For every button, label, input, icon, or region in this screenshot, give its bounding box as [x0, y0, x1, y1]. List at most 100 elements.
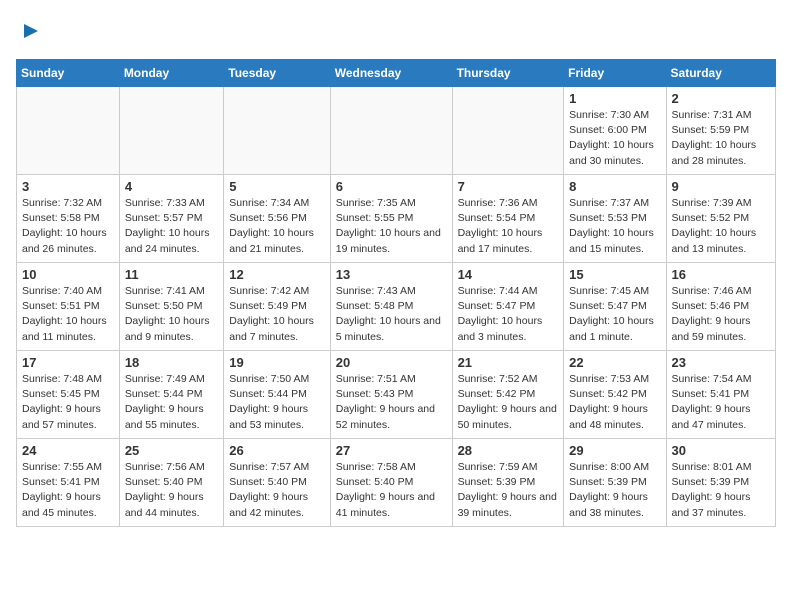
day-number: 15 [569, 267, 660, 282]
calendar-cell: 23Sunrise: 7:54 AM Sunset: 5:41 PM Dayli… [666, 351, 775, 439]
day-number: 9 [672, 179, 770, 194]
day-info: Sunrise: 7:59 AM Sunset: 5:39 PM Dayligh… [458, 460, 559, 521]
day-info: Sunrise: 7:36 AM Sunset: 5:54 PM Dayligh… [458, 196, 559, 257]
day-number: 16 [672, 267, 770, 282]
day-number: 13 [336, 267, 447, 282]
day-info: Sunrise: 7:52 AM Sunset: 5:42 PM Dayligh… [458, 372, 559, 433]
calendar-cell [330, 87, 452, 175]
day-number: 4 [125, 179, 218, 194]
day-info: Sunrise: 7:50 AM Sunset: 5:44 PM Dayligh… [229, 372, 324, 433]
day-number: 2 [672, 91, 770, 106]
calendar-cell: 25Sunrise: 7:56 AM Sunset: 5:40 PM Dayli… [119, 439, 223, 527]
page-header [16, 16, 776, 47]
calendar-week-row: 1 Sunrise: 7:30 AM Sunset: 6:00 PM Daylig… [17, 87, 776, 175]
day-number: 3 [22, 179, 114, 194]
day-number: 26 [229, 443, 324, 458]
calendar-cell: 21 Sunrise: 7:52 AM Sunset: 5:42 PM Dayli… [452, 351, 564, 439]
day-number: 7 [458, 179, 559, 194]
day-info: Sunrise: 7:49 AM Sunset: 5:44 PM Dayligh… [125, 372, 218, 433]
day-number: 12 [229, 267, 324, 282]
day-number: 30 [672, 443, 770, 458]
day-number: 5 [229, 179, 324, 194]
day-number: 17 [22, 355, 114, 370]
calendar-cell: 6Sunrise: 7:35 AM Sunset: 5:55 PM Daylig… [330, 175, 452, 263]
day-number: 14 [458, 267, 559, 282]
calendar-cell: 20 Sunrise: 7:51 AM Sunset: 5:43 PM Dayli… [330, 351, 452, 439]
day-info: Sunrise: 7:44 AM Sunset: 5:47 PM Dayligh… [458, 284, 559, 345]
calendar-week-row: 17 Sunrise: 7:48 AM Sunset: 5:45 PM Dayli… [17, 351, 776, 439]
calendar-cell: 5 Sunrise: 7:34 AM Sunset: 5:56 PM Daylig… [224, 175, 330, 263]
weekday-header: Tuesday [224, 60, 330, 87]
day-info: Sunrise: 7:45 AM Sunset: 5:47 PM Dayligh… [569, 284, 660, 345]
calendar-cell [119, 87, 223, 175]
weekday-header: Wednesday [330, 60, 452, 87]
calendar-cell: 16 Sunrise: 7:46 AM Sunset: 5:46 PM Dayli… [666, 263, 775, 351]
calendar-cell: 22 Sunrise: 7:53 AM Sunset: 5:42 PM Dayli… [564, 351, 666, 439]
day-number: 29 [569, 443, 660, 458]
day-number: 24 [22, 443, 114, 458]
day-info: Sunrise: 7:57 AM Sunset: 5:40 PM Dayligh… [229, 460, 324, 521]
day-info: Sunrise: 7:41 AM Sunset: 5:50 PM Dayligh… [125, 284, 218, 345]
day-number: 11 [125, 267, 218, 282]
day-info: Sunrise: 7:33 AM Sunset: 5:57 PM Dayligh… [125, 196, 218, 257]
day-number: 18 [125, 355, 218, 370]
calendar-cell [224, 87, 330, 175]
calendar-cell: 4 Sunrise: 7:33 AM Sunset: 5:57 PM Daylig… [119, 175, 223, 263]
day-info: Sunrise: 7:31 AM Sunset: 5:59 PM Dayligh… [672, 108, 770, 169]
calendar-cell [452, 87, 564, 175]
calendar-cell: 30Sunrise: 8:01 AM Sunset: 5:39 PM Dayli… [666, 439, 775, 527]
day-info: Sunrise: 7:58 AM Sunset: 5:40 PM Dayligh… [336, 460, 447, 521]
calendar-cell: 28 Sunrise: 7:59 AM Sunset: 5:39 PM Dayli… [452, 439, 564, 527]
day-number: 21 [458, 355, 559, 370]
calendar-cell: 13 Sunrise: 7:43 AM Sunset: 5:48 PM Dayli… [330, 263, 452, 351]
day-info: Sunrise: 7:37 AM Sunset: 5:53 PM Dayligh… [569, 196, 660, 257]
day-number: 20 [336, 355, 447, 370]
calendar-week-row: 10 Sunrise: 7:40 AM Sunset: 5:51 PM Dayli… [17, 263, 776, 351]
calendar-cell: 19 Sunrise: 7:50 AM Sunset: 5:44 PM Dayli… [224, 351, 330, 439]
calendar-cell: 7 Sunrise: 7:36 AM Sunset: 5:54 PM Daylig… [452, 175, 564, 263]
day-info: Sunrise: 7:40 AM Sunset: 5:51 PM Dayligh… [22, 284, 114, 345]
day-info: Sunrise: 7:53 AM Sunset: 5:42 PM Dayligh… [569, 372, 660, 433]
day-number: 22 [569, 355, 660, 370]
calendar-cell: 12 Sunrise: 7:42 AM Sunset: 5:49 PM Dayli… [224, 263, 330, 351]
calendar-cell: 18 Sunrise: 7:49 AM Sunset: 5:44 PM Dayli… [119, 351, 223, 439]
weekday-header: Monday [119, 60, 223, 87]
logo-arrow-icon [20, 20, 42, 42]
day-number: 28 [458, 443, 559, 458]
day-info: Sunrise: 7:43 AM Sunset: 5:48 PM Dayligh… [336, 284, 447, 345]
calendar-cell: 24 Sunrise: 7:55 AM Sunset: 5:41 PM Dayli… [17, 439, 120, 527]
calendar-cell: 14 Sunrise: 7:44 AM Sunset: 5:47 PM Dayli… [452, 263, 564, 351]
day-number: 10 [22, 267, 114, 282]
day-info: Sunrise: 8:00 AM Sunset: 5:39 PM Dayligh… [569, 460, 660, 521]
day-info: Sunrise: 7:30 AM Sunset: 6:00 PM Dayligh… [569, 108, 660, 169]
calendar-cell: 26 Sunrise: 7:57 AM Sunset: 5:40 PM Dayli… [224, 439, 330, 527]
day-info: Sunrise: 7:42 AM Sunset: 5:49 PM Dayligh… [229, 284, 324, 345]
day-info: Sunrise: 7:56 AM Sunset: 5:40 PM Dayligh… [125, 460, 218, 521]
day-info: Sunrise: 7:35 AM Sunset: 5:55 PM Dayligh… [336, 196, 447, 257]
calendar-cell: 9Sunrise: 7:39 AM Sunset: 5:52 PM Daylig… [666, 175, 775, 263]
calendar-cell: 29 Sunrise: 8:00 AM Sunset: 5:39 PM Dayli… [564, 439, 666, 527]
day-info: Sunrise: 7:46 AM Sunset: 5:46 PM Dayligh… [672, 284, 770, 345]
calendar-cell: 15 Sunrise: 7:45 AM Sunset: 5:47 PM Dayli… [564, 263, 666, 351]
calendar-cell: 17 Sunrise: 7:48 AM Sunset: 5:45 PM Dayli… [17, 351, 120, 439]
day-number: 23 [672, 355, 770, 370]
day-number: 27 [336, 443, 447, 458]
day-number: 1 [569, 91, 660, 106]
weekday-header: Sunday [17, 60, 120, 87]
day-number: 19 [229, 355, 324, 370]
day-info: Sunrise: 7:51 AM Sunset: 5:43 PM Dayligh… [336, 372, 447, 433]
calendar-cell: 2 Sunrise: 7:31 AM Sunset: 5:59 PM Daylig… [666, 87, 775, 175]
day-info: Sunrise: 7:34 AM Sunset: 5:56 PM Dayligh… [229, 196, 324, 257]
calendar-table: SundayMondayTuesdayWednesdayThursdayFrid… [16, 59, 776, 527]
weekday-header: Friday [564, 60, 666, 87]
calendar-week-row: 24 Sunrise: 7:55 AM Sunset: 5:41 PM Dayli… [17, 439, 776, 527]
calendar-header: SundayMondayTuesdayWednesdayThursdayFrid… [17, 60, 776, 87]
day-info: Sunrise: 7:48 AM Sunset: 5:45 PM Dayligh… [22, 372, 114, 433]
day-info: Sunrise: 7:55 AM Sunset: 5:41 PM Dayligh… [22, 460, 114, 521]
calendar-week-row: 3 Sunrise: 7:32 AM Sunset: 5:58 PM Daylig… [17, 175, 776, 263]
calendar-cell: 1 Sunrise: 7:30 AM Sunset: 6:00 PM Daylig… [564, 87, 666, 175]
calendar-cell: 27 Sunrise: 7:58 AM Sunset: 5:40 PM Dayli… [330, 439, 452, 527]
calendar-cell: 3 Sunrise: 7:32 AM Sunset: 5:58 PM Daylig… [17, 175, 120, 263]
day-info: Sunrise: 7:32 AM Sunset: 5:58 PM Dayligh… [22, 196, 114, 257]
calendar-cell: 8Sunrise: 7:37 AM Sunset: 5:53 PM Daylig… [564, 175, 666, 263]
